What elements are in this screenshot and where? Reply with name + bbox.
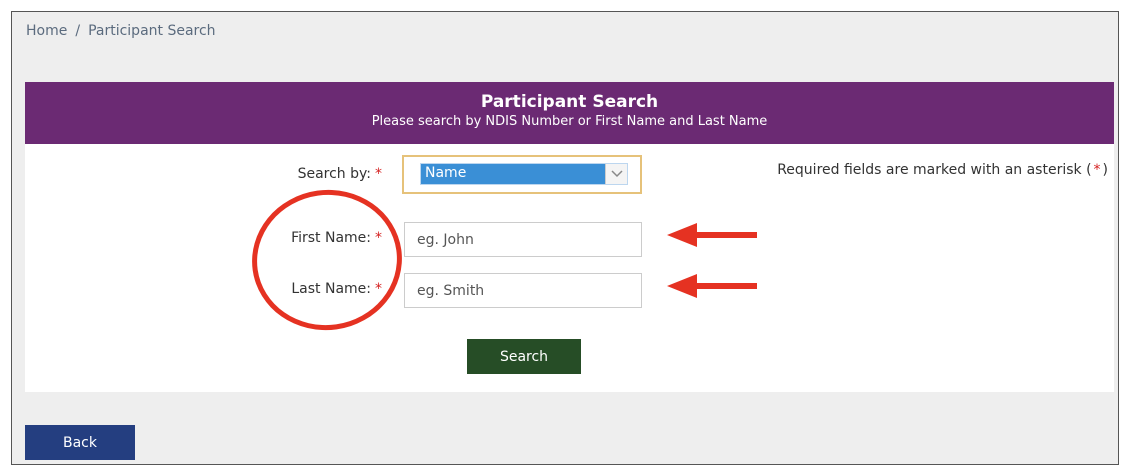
search-by-label-text: Search by: <box>297 166 371 182</box>
back-button[interactable]: Back <box>25 425 135 460</box>
page-subtitle: Please search by NDIS Number or First Na… <box>371 114 768 129</box>
required-fields-note: Required fields are marked with an aster… <box>777 162 1108 178</box>
page-title: Participant Search <box>480 92 659 112</box>
last-name-input[interactable] <box>404 273 642 308</box>
search-button[interactable]: Search <box>467 339 581 374</box>
breadcrumb-current: Participant Search <box>88 23 216 39</box>
breadcrumb-home-link[interactable]: Home <box>26 23 67 39</box>
arrow-left-icon <box>667 223 757 247</box>
search-form: Search by: * Name Required fields are mar… <box>25 144 1114 392</box>
required-asterisk: * <box>375 166 382 182</box>
search-by-selected-value: Name <box>425 165 467 181</box>
breadcrumb-separator: / <box>75 23 81 39</box>
required-note-close: ) <box>1102 162 1108 178</box>
search-by-select[interactable]: Name <box>402 155 642 194</box>
breadcrumb: Home / Participant Search <box>26 23 216 39</box>
chevron-down-icon[interactable] <box>605 164 627 184</box>
search-by-label: Search by: * <box>298 166 382 182</box>
arrow-left-icon <box>667 274 757 298</box>
search-by-select-control[interactable]: Name <box>420 163 628 185</box>
panel-header: Participant Search Please search by NDIS… <box>25 82 1114 144</box>
first-name-input[interactable] <box>404 222 642 257</box>
page-frame: Home / Participant Search Participant Sear… <box>11 11 1119 465</box>
required-note-text: Required fields are marked with an aster… <box>777 162 1092 178</box>
required-note-asterisk: * <box>1093 162 1101 178</box>
